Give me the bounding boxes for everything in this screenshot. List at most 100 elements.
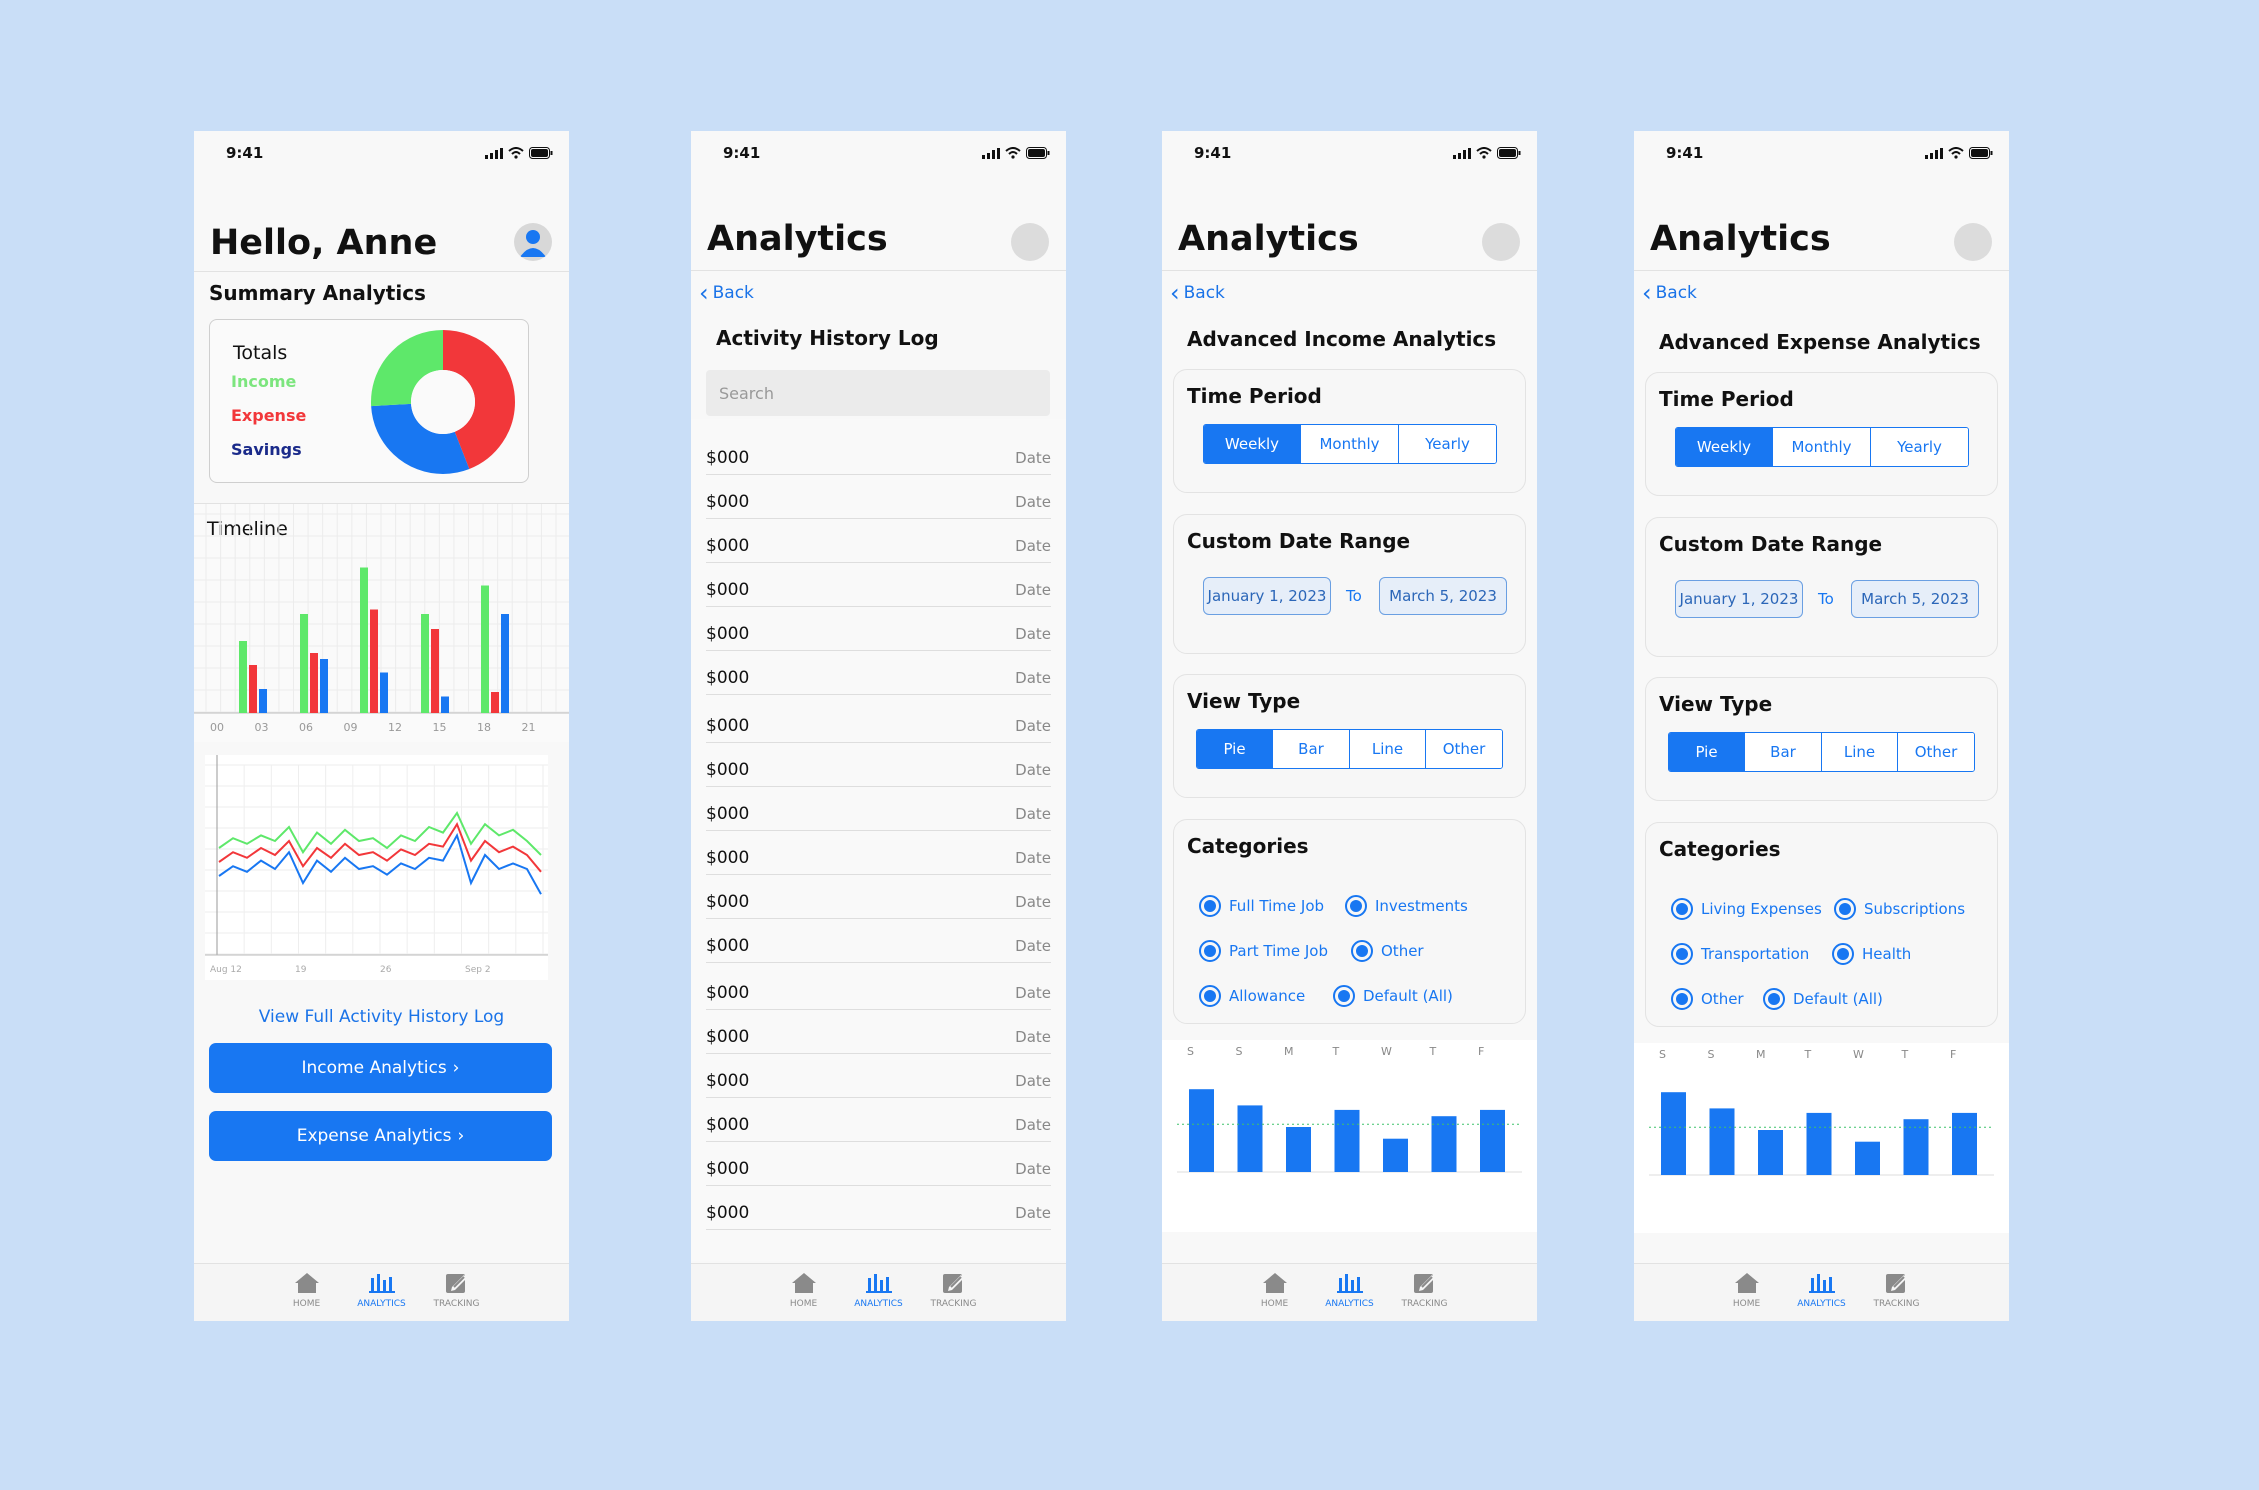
status-time: 9:41 [226,144,264,162]
date-to-field[interactable]: March 5, 2023 [1851,580,1979,618]
period-yearly[interactable]: Yearly [1399,425,1496,463]
back-label: Back [1655,283,1697,303]
tab-bar: HOME ANALYTICS TRACKING [1162,1263,1537,1321]
period-yearly[interactable]: Yearly [1871,428,1968,466]
tab-home[interactable]: HOME [781,1272,826,1321]
list-item-date: Date [1015,760,1051,779]
bar-0 [1189,1089,1214,1172]
list-item[interactable]: $000 Date [706,651,1051,695]
category-label: Transportation [1701,945,1810,963]
income-analytics-button[interactable]: Income Analytics › [209,1043,552,1093]
period-weekly[interactable]: Weekly [1204,425,1301,463]
category-subscriptions[interactable]: Subscriptions [1834,898,1965,920]
date-from-field[interactable]: January 1, 2023 [1203,577,1331,615]
tab-tracking[interactable]: TRACKING [931,1272,976,1321]
tab-analytics[interactable]: ANALYTICS [357,1272,406,1321]
category-default-all[interactable]: Default (All) [1763,988,1883,1010]
tab-analytics[interactable]: ANALYTICS [1797,1272,1846,1321]
list-item-amount: $000 [706,891,750,912]
expense-analytics-button[interactable]: Expense Analytics › [209,1111,552,1161]
bar-savings-4 [501,614,509,713]
category-transportation[interactable]: Transportation [1671,943,1809,965]
back-button[interactable]: ‹ Back [1170,281,1225,305]
list-item-date: Date [1015,848,1051,867]
list-item[interactable]: $000 Date [706,699,1051,743]
list-item[interactable]: $000 Date [706,831,1051,875]
list-item[interactable]: $000 Date [706,519,1051,563]
list-item[interactable]: $000 Date [706,1098,1051,1142]
view-other[interactable]: Other [1898,733,1974,771]
bar-expense-3 [431,629,439,713]
profile-avatar[interactable] [1954,223,1992,261]
list-item[interactable]: $000 Date [706,607,1051,651]
bar-0 [1661,1092,1686,1175]
list-item[interactable]: $000 Date [706,743,1051,787]
bar-income-4 [481,585,489,713]
date-to-field[interactable]: March 5, 2023 [1379,577,1507,615]
view-line[interactable]: Line [1350,730,1426,768]
list-item[interactable]: $000 Date [706,475,1051,519]
tab-home[interactable]: HOME [1724,1272,1769,1321]
view-full-log-link[interactable]: View Full Activity History Log [194,1007,569,1027]
day-label: M [1284,1045,1294,1058]
list-item[interactable]: $000 Date [706,431,1051,475]
period-monthly[interactable]: Monthly [1301,425,1399,463]
bar-income-2 [360,567,368,713]
view-pie[interactable]: Pie [1197,730,1273,768]
profile-avatar[interactable] [1482,223,1520,261]
list-item[interactable]: $000 Date [706,1054,1051,1098]
view-bar[interactable]: Bar [1745,733,1822,771]
category-full-time-job[interactable]: Full Time Job [1199,895,1324,917]
list-item-amount: $000 [706,935,750,956]
category-living-expenses[interactable]: Living Expenses [1671,898,1822,920]
list-item[interactable]: $000 Date [706,875,1051,919]
list-item[interactable]: $000 Date [706,1186,1051,1230]
profile-avatar[interactable] [514,223,552,261]
view-other[interactable]: Other [1426,730,1502,768]
tick-label: 03 [255,721,269,734]
tab-analytics[interactable]: ANALYTICS [854,1272,903,1321]
radio-icon [1199,895,1221,917]
back-button[interactable]: ‹ Back [1642,281,1697,305]
category-default-all[interactable]: Default (All) [1333,985,1453,1007]
category-other[interactable]: Other [1671,988,1744,1010]
category-label: Investments [1375,897,1468,915]
view-type-selector: Pie Bar Line Other [1668,732,1975,772]
battery-icon [1026,147,1050,159]
signal-icon [485,147,503,159]
view-pie[interactable]: Pie [1669,733,1745,771]
tab-home[interactable]: HOME [1252,1272,1297,1321]
tab-tracking[interactable]: TRACKING [1874,1272,1919,1321]
home-icon [1734,1273,1759,1293]
category-label: Other [1381,942,1424,960]
view-line[interactable]: Line [1822,733,1898,771]
profile-avatar[interactable] [1011,223,1049,261]
period-monthly[interactable]: Monthly [1773,428,1871,466]
time-period-title: Time Period [1659,387,1794,411]
day-label: F [1950,1048,1956,1061]
time-period-title: Time Period [1187,384,1322,408]
tab-tracking[interactable]: TRACKING [434,1272,479,1321]
view-bar[interactable]: Bar [1273,730,1350,768]
category-other[interactable]: Other [1351,940,1424,962]
search-input[interactable]: Search [706,370,1050,416]
back-button[interactable]: ‹ Back [699,281,754,305]
date-from-field[interactable]: January 1, 2023 [1675,580,1803,618]
page-title: Analytics [1650,219,1831,259]
list-item[interactable]: $000 Date [706,787,1051,831]
category-health[interactable]: Health [1832,943,1911,965]
category-investments[interactable]: Investments [1345,895,1468,917]
list-item[interactable]: $000 Date [706,1142,1051,1186]
legend-savings: Savings [231,440,302,459]
category-part-time-job[interactable]: Part Time Job [1199,940,1328,962]
time-period-card: Time Period Weekly Monthly Yearly [1645,372,1998,496]
period-weekly[interactable]: Weekly [1676,428,1773,466]
list-item[interactable]: $000 Date [706,563,1051,607]
tab-tracking[interactable]: TRACKING [1402,1272,1447,1321]
list-item[interactable]: $000 Date [706,1010,1051,1054]
category-allowance[interactable]: Allowance [1199,985,1305,1007]
list-item[interactable]: $000 Date [706,966,1051,1010]
list-item[interactable]: $000 Date [706,919,1051,963]
tab-home[interactable]: HOME [284,1272,329,1321]
tab-analytics[interactable]: ANALYTICS [1325,1272,1374,1321]
